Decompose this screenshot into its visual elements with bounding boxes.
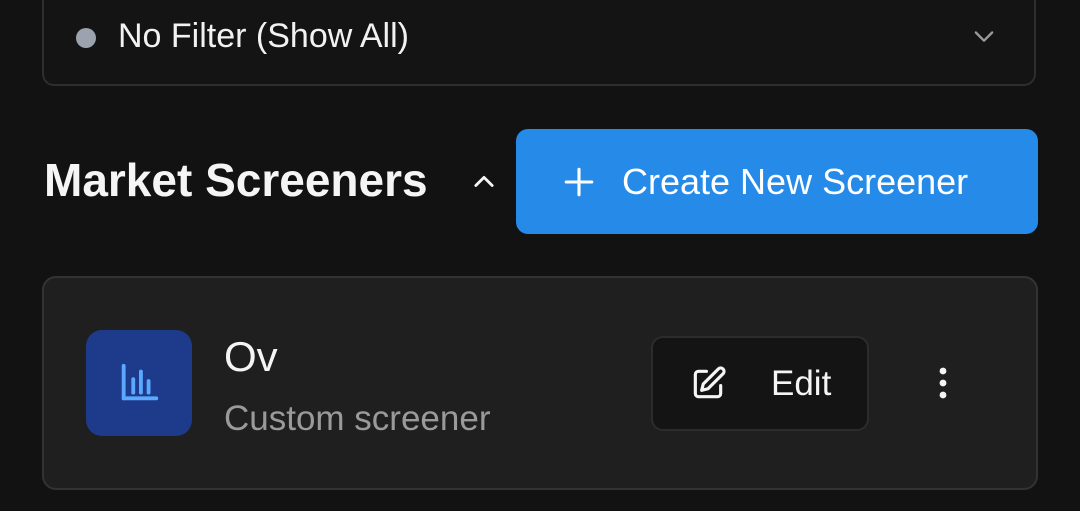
edit-screener-button[interactable]: Edit	[651, 336, 869, 431]
create-button-label: Create New Screener	[622, 160, 969, 202]
edit-button-label: Edit	[771, 363, 832, 403]
filter-status-dot	[76, 28, 96, 48]
screener-name: Ov	[224, 333, 278, 380]
edit-icon	[693, 365, 726, 398]
chevron-down-icon	[974, 31, 994, 42]
create-new-screener-button[interactable]: Create New Screener	[516, 129, 1038, 234]
filter-selected-value: No Filter (Show All)	[118, 17, 409, 55]
section-title: Market Screeners	[44, 154, 428, 206]
chevron-up-icon	[474, 175, 494, 187]
chart-bar-icon	[121, 363, 159, 401]
more-options-button[interactable]	[918, 358, 968, 408]
filter-select[interactable]: No Filter (Show All)	[42, 0, 1036, 86]
screener-avatar	[86, 330, 192, 436]
screener-description: Custom screener	[224, 399, 491, 438]
section-collapse-toggle[interactable]	[464, 164, 504, 200]
plus-icon	[564, 167, 594, 196]
screener-card[interactable]: Ov Custom screener Edit	[42, 276, 1038, 490]
more-vertical-icon	[939, 367, 947, 399]
